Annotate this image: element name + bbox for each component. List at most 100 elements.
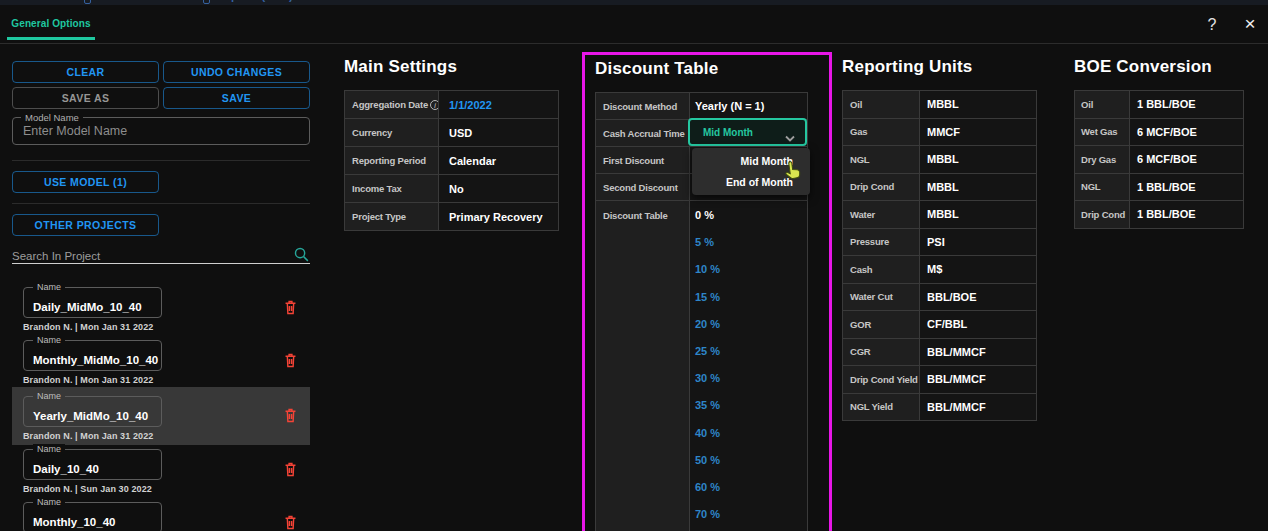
reporting-units-table: OilMBBLGasMMCFNGLMBBLDrip CondMBBLWaterM… [842, 90, 1037, 421]
save-as-button[interactable]: SAVE AS [12, 87, 159, 109]
row-value[interactable]: M$ [920, 256, 1036, 283]
discount-percent[interactable]: 70 % [695, 501, 807, 528]
row-label-text: Aggregation Date [352, 99, 428, 110]
row-value-text: USD [449, 127, 472, 139]
row-value[interactable]: BBL/MMCF [920, 366, 1036, 393]
model-name-box[interactable]: NameMonthly_10_40 [23, 502, 162, 531]
row-value[interactable]: BBL/MMCF [920, 394, 1036, 421]
row-value[interactable]: 6 MCF/BOE [1130, 119, 1243, 146]
row-label-text: NGL [1081, 181, 1100, 192]
boe-conversion-table: Oil1 BBL/BOEWet Gas6 MCF/BOEDry Gas6 MCF… [1074, 90, 1244, 229]
model-name-field-label: Model Name [21, 112, 83, 123]
row-value[interactable]: CF/BBL [920, 311, 1036, 338]
model-name-box-label: Name [33, 335, 65, 345]
nav-icon-1 [84, 0, 91, 4]
info-icon[interactable]: i [430, 100, 438, 110]
discount-percent[interactable]: 30 % [695, 365, 807, 392]
nav-item-reports[interactable]: Reports (Beta) [217, 0, 293, 2]
discount-percent[interactable]: 25 % [695, 338, 807, 365]
delete-model-icon[interactable] [282, 513, 300, 531]
row-value-text: 1 BBL/BOE [1137, 181, 1196, 193]
discount-percent[interactable]: 40 % [695, 420, 807, 447]
main-settings-section: Main Settings Aggregation Datei1/1/2022C… [344, 55, 559, 231]
model-name-box[interactable]: NameDaily_10_40 [23, 449, 162, 480]
discount-percent[interactable]: 20 % [695, 311, 807, 338]
boe-conversion-section: BOE Conversion Oil1 BBL/BOEWet Gas6 MCF/… [1074, 55, 1244, 229]
row-value[interactable]: MBBL [920, 146, 1036, 173]
model-list-item[interactable]: NameMonthly_10_40 [12, 498, 310, 531]
row-label: Dry Gas [1075, 146, 1129, 173]
discount-percent[interactable]: 5 % [695, 229, 807, 256]
cash-accrual-dropdown[interactable]: Mid Month [688, 118, 807, 146]
row-value[interactable]: MBBL [920, 91, 1036, 118]
row-label: Drip Cond [1075, 201, 1129, 228]
row-label-text: Cash [850, 264, 872, 275]
row-value-text: 6 MCF/BOE [1137, 153, 1197, 165]
row-value-text: BBL/MMCF [927, 373, 986, 385]
row-value-text: 6 MCF/BOE [1137, 126, 1197, 138]
discount-percent[interactable]: 35 % [695, 392, 807, 419]
row-value[interactable]: MBBL [920, 174, 1036, 201]
row-label-text: Oil [850, 99, 862, 110]
model-name-text: Yearly_MidMo_10_40 [33, 410, 148, 422]
clear-button[interactable]: CLEAR [12, 61, 159, 83]
model-list-item[interactable]: NameDaily_10_40 Brandon N. | Sun Jan 30 2… [12, 445, 310, 498]
model-list: NameDaily_MidMo_10_40Brandon N. | Mon Ja… [12, 283, 310, 531]
undo-changes-button[interactable]: UNDO CHANGES [163, 61, 310, 83]
discount-percent[interactable]: 50 % [695, 447, 807, 474]
row-value[interactable]: 1/1/2022 [439, 91, 558, 118]
row-value[interactable]: No [439, 175, 558, 202]
row-value[interactable]: 1 BBL/BOE [1130, 91, 1243, 118]
discount-percent[interactable]: 0 % [695, 202, 807, 229]
row-value[interactable]: 1 BBL/BOE [1130, 201, 1243, 228]
row-value[interactable]: 6 MCF/BOE [1130, 146, 1243, 173]
model-list-item[interactable]: NameDaily_MidMo_10_40Brandon N. | Mon Ja… [12, 283, 310, 336]
delete-model-icon[interactable] [282, 406, 300, 426]
delete-model-icon[interactable] [282, 351, 300, 371]
model-name-box[interactable]: NameYearly_MidMo_10_40 [23, 396, 162, 427]
model-name-box-label: Name [33, 282, 65, 292]
model-list-item[interactable]: NameYearly_MidMo_10_40Brandon N. | Mon J… [12, 387, 310, 445]
help-icon[interactable]: ? [1202, 5, 1222, 44]
row-value-text: Primary Recovery [449, 211, 543, 223]
row-value[interactable]: Yearly (N = 1) [690, 93, 807, 119]
row-label: Pressure [843, 229, 919, 256]
row-value[interactable]: BBL/MMCF [920, 339, 1036, 366]
row-label: NGL [843, 146, 919, 173]
model-meta: Brandon N. | Sun Jan 30 2022 [23, 484, 310, 494]
discount-percent[interactable]: 10 % [695, 256, 807, 283]
row-label-text: NGL [850, 154, 869, 165]
model-name-box-label: Name [33, 444, 65, 454]
discount-percent[interactable]: 15 % [695, 284, 807, 311]
search-icon[interactable] [293, 246, 310, 267]
row-value[interactable]: Calendar [439, 147, 558, 174]
row-label-text: Pressure [850, 236, 889, 247]
close-icon[interactable]: × [1239, 5, 1261, 44]
row-value-text: No [449, 183, 464, 195]
discount-percents-cell: 0 %5 %10 %15 %20 %25 %30 %35 %40 %50 %60… [690, 201, 807, 531]
search-input[interactable] [12, 250, 282, 262]
nav-item-scenario-wells[interactable]: Scenario Wells [0, 0, 51, 2]
row-value[interactable]: 1 BBL/BOE [1130, 174, 1243, 201]
delete-model-icon[interactable] [282, 298, 300, 318]
row-value[interactable]: Primary Recovery [439, 203, 558, 230]
use-model-button[interactable]: USE MODEL (1) [12, 171, 159, 193]
delete-model-icon[interactable] [282, 460, 300, 480]
row-label-text: First Discount [603, 155, 664, 166]
discount-percent[interactable]: 60 % [695, 474, 807, 501]
model-name-text: Daily_MidMo_10_40 [33, 301, 142, 313]
row-value[interactable]: MBBL [920, 201, 1036, 228]
row-value[interactable]: USD [439, 119, 558, 146]
tab-general-options[interactable]: General Options [7, 5, 95, 44]
model-name-field: Model Name [12, 117, 310, 145]
row-value[interactable]: PSI [920, 229, 1036, 256]
model-name-box[interactable]: NameMonthly_MidMo_10_40 [23, 340, 162, 371]
save-button[interactable]: SAVE [163, 87, 310, 109]
row-value[interactable]: MMCF [920, 119, 1036, 146]
other-projects-button[interactable]: OTHER PROJECTS [12, 214, 159, 236]
cursor-hand-icon [781, 157, 806, 188]
nav-item-scenario-table[interactable]: Scenario Table [108, 0, 185, 2]
model-list-item[interactable]: NameMonthly_MidMo_10_40Brandon N. | Mon … [12, 336, 310, 389]
model-name-box[interactable]: NameDaily_MidMo_10_40 [23, 287, 162, 318]
row-value[interactable]: BBL/BOE [920, 284, 1036, 311]
